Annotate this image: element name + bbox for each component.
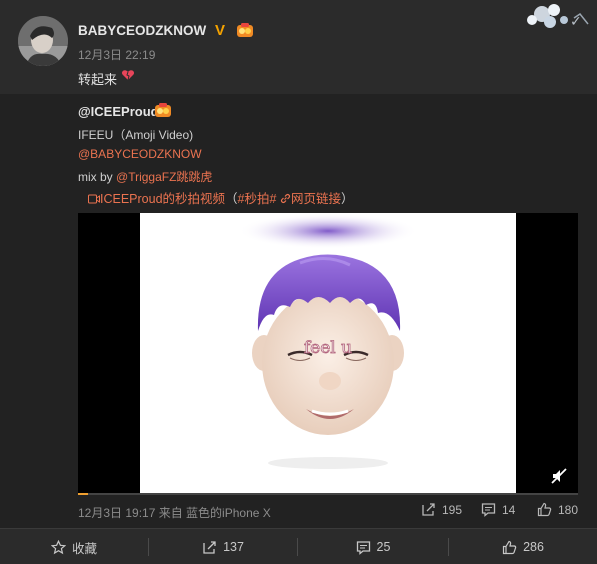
like-button[interactable]: 286 — [449, 529, 597, 564]
mention-link[interactable]: @BABYCEODZKNOW — [78, 147, 202, 161]
video-progress-fill — [78, 493, 88, 495]
video-progress-bar[interactable] — [78, 493, 578, 495]
like-button-count: 286 — [523, 540, 544, 554]
video-overlay-text: feel u — [304, 338, 352, 358]
favorite-label: 收藏 — [71, 541, 97, 556]
video-player[interactable]: feel u — [78, 213, 578, 495]
repost-count-button[interactable]: 195 — [421, 502, 462, 517]
repost-icon — [203, 540, 216, 554]
memoji-video-still: feel u — [140, 213, 516, 495]
favorite-button[interactable]: 收藏 — [0, 529, 148, 564]
svg-text:✓: ✓ — [570, 14, 582, 30]
reposted-content: @ICEEProud IFEEU（Amoji Video) @BABYCEODZ… — [0, 94, 597, 528]
vip-badge-icon[interactable] — [236, 23, 254, 38]
flower-decoration-icon: ✓ — [502, 0, 597, 36]
repost-author-link[interactable]: @ICEEProud — [78, 104, 159, 119]
weibo-post-card: ✓ BABYCEODZKNOW V 12月3日 22:19 转起来 @ICEEP… — [0, 0, 597, 564]
verified-icon: V — [215, 22, 226, 39]
mix-prefix: mix by — [78, 170, 117, 184]
mix-line: mix by @TriggaFZ跳跳虎 — [78, 168, 212, 185]
video-frame: feel u — [140, 213, 516, 495]
comment-icon — [481, 503, 496, 517]
topic-tag-link[interactable]: #秒拍# — [238, 192, 277, 206]
post-action-bar: 收藏 137 25 286 — [0, 528, 597, 564]
repost-button[interactable]: 137 — [149, 529, 297, 564]
avatar[interactable] — [18, 16, 68, 66]
comment-count: 14 — [502, 502, 516, 517]
mute-icon[interactable] — [550, 467, 568, 485]
comment-icon — [356, 540, 370, 555]
like-count-button[interactable]: 180 — [537, 502, 578, 517]
video-link[interactable]: ICEEProud的秒拍视频 — [100, 192, 225, 206]
repost-text-line: IFEEU（Amoji Video) — [78, 128, 194, 142]
video-links-line: ICEEProud的秒拍视频（#秒拍# 网页链接） — [88, 188, 353, 207]
link-icon — [280, 193, 291, 204]
tag-close-paren: ） — [340, 192, 354, 206]
web-link[interactable]: 网页链接 — [291, 192, 341, 206]
comment-button-count: 25 — [376, 540, 391, 554]
thumbs-up-icon — [502, 540, 517, 554]
post-timestamp[interactable]: 12月3日 22:19 — [78, 46, 155, 63]
video-icon — [88, 194, 100, 204]
comment-button[interactable]: 25 — [298, 529, 448, 564]
tag-open-paren: （ — [225, 192, 238, 206]
post-text: 转起来 — [78, 72, 118, 87]
thumbs-up-icon — [537, 502, 552, 517]
repost-button-count: 137 — [223, 540, 244, 554]
repost-count: 195 — [442, 502, 463, 517]
vip-badge-icon[interactable] — [154, 103, 172, 118]
like-count: 180 — [558, 502, 579, 517]
comment-count-button[interactable]: 14 — [481, 502, 515, 517]
repost-meta: 12月3日 19:17 来自 蓝色的iPhone X — [78, 506, 271, 520]
mix-mention-link[interactable]: @TriggaFZ跳跳虎 — [116, 170, 212, 184]
star-icon — [50, 539, 66, 554]
broken-heart-icon — [121, 70, 135, 81]
username[interactable]: BABYCEODZKNOW — [78, 23, 206, 38]
repost-icon — [422, 503, 435, 516]
